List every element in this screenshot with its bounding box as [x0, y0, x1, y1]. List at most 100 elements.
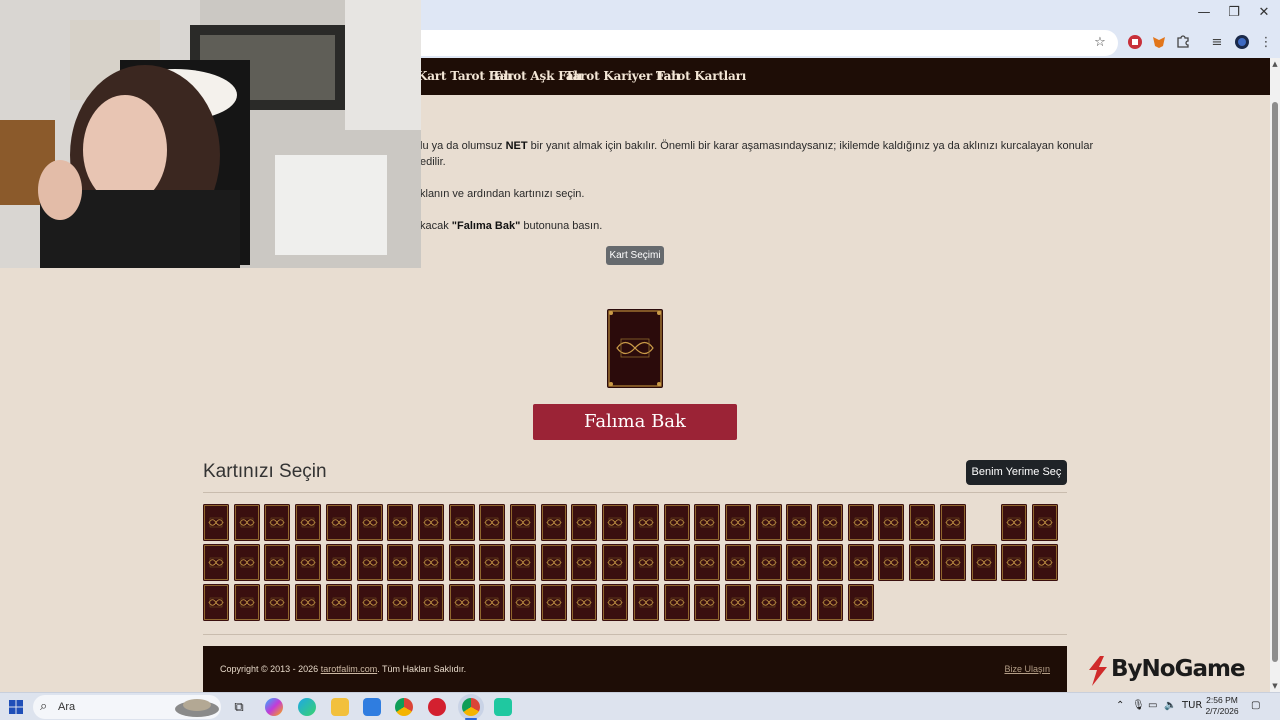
tarot-card-back[interactable] — [203, 584, 229, 621]
tarot-card-back[interactable] — [633, 584, 659, 621]
tarot-card-back[interactable] — [510, 504, 536, 541]
chrome-icon[interactable] — [395, 698, 413, 716]
network-icon[interactable]: ▭ — [1148, 700, 1157, 711]
tarot-card-back[interactable] — [725, 504, 751, 541]
tarot-card-back[interactable] — [479, 544, 505, 581]
taskbar-search-box[interactable]: ⌕ Ara — [33, 695, 221, 719]
tarot-card-back[interactable] — [1001, 544, 1027, 581]
tarot-card-back[interactable] — [326, 584, 352, 621]
tarot-card-back[interactable] — [541, 584, 567, 621]
tarot-card-back[interactable] — [234, 544, 260, 581]
tarot-card-back[interactable] — [326, 504, 352, 541]
tarot-card-back[interactable] — [786, 504, 812, 541]
selected-card-back[interactable] — [607, 309, 663, 388]
site-link[interactable]: tarotfalim.com — [321, 664, 378, 674]
tarot-card-back[interactable] — [848, 584, 874, 621]
falima-bak-button[interactable]: Falıma Bak — [533, 404, 737, 440]
notification-icon[interactable]: ▢ — [1251, 700, 1260, 711]
tarot-card-back[interactable] — [449, 544, 475, 581]
tarot-card-back[interactable] — [510, 544, 536, 581]
opera-icon[interactable] — [428, 698, 446, 716]
media-queue-icon[interactable]: ≡ — [1208, 34, 1226, 52]
tarot-card-back[interactable] — [633, 544, 659, 581]
tarot-card-back[interactable] — [817, 504, 843, 541]
tarot-card-back[interactable] — [571, 584, 597, 621]
tarot-card-back[interactable] — [264, 504, 290, 541]
kebab-menu-icon[interactable]: ⋮ — [1257, 34, 1275, 52]
streaming-app-icon[interactable] — [494, 698, 512, 716]
tarot-card-back[interactable] — [510, 584, 536, 621]
tarot-card-back[interactable] — [571, 544, 597, 581]
tarot-card-back[interactable] — [541, 544, 567, 581]
tarot-card-back[interactable] — [418, 504, 444, 541]
tarot-card-back[interactable] — [1001, 504, 1027, 541]
file-explorer-icon[interactable] — [331, 698, 349, 716]
bookmark-star-icon[interactable]: ☆ — [1091, 34, 1109, 52]
tarot-card-back[interactable] — [449, 584, 475, 621]
tarot-card-back[interactable] — [264, 584, 290, 621]
tarot-card-back[interactable] — [756, 504, 782, 541]
restore-icon[interactable]: ❐ — [1224, 4, 1244, 22]
microphone-icon[interactable]: 🎙 — [1132, 700, 1145, 711]
tarot-card-back[interactable] — [725, 584, 751, 621]
tarot-card-back[interactable] — [295, 544, 321, 581]
tarot-card-back[interactable] — [940, 504, 966, 541]
tarot-card-back[interactable] — [971, 544, 997, 581]
tarot-card-back[interactable] — [909, 504, 935, 541]
tarot-card-back[interactable] — [203, 504, 229, 541]
tarot-card-back[interactable] — [387, 504, 413, 541]
tarot-card-back[interactable] — [234, 504, 260, 541]
windows-start-icon[interactable] — [9, 700, 23, 714]
benim-yerime-sec-button[interactable]: Benim Yerime Seç — [966, 460, 1067, 485]
tarot-card-back[interactable] — [909, 544, 935, 581]
copilot-icon[interactable] — [265, 698, 283, 716]
tarot-card-back[interactable] — [756, 584, 782, 621]
tarot-card-back[interactable] — [357, 544, 383, 581]
puzzle-icon[interactable] — [1174, 34, 1192, 52]
tarot-card-back[interactable] — [786, 544, 812, 581]
tarot-card-back[interactable] — [418, 544, 444, 581]
tarot-card-back[interactable] — [786, 584, 812, 621]
tarot-card-back[interactable] — [940, 544, 966, 581]
tarot-card-back[interactable] — [203, 544, 229, 581]
tarot-card-back[interactable] — [664, 504, 690, 541]
tarot-card-back[interactable] — [817, 544, 843, 581]
tarot-card-back[interactable] — [357, 584, 383, 621]
minimize-icon[interactable]: — — [1194, 4, 1214, 22]
tarot-card-back[interactable] — [326, 544, 352, 581]
tarot-card-back[interactable] — [479, 584, 505, 621]
tarot-card-back[interactable] — [479, 504, 505, 541]
nav-link-kartlar[interactable]: Tarot Kartları — [656, 69, 746, 83]
tarot-card-back[interactable] — [694, 584, 720, 621]
tarot-card-back[interactable] — [664, 544, 690, 581]
tarot-card-back[interactable] — [571, 504, 597, 541]
contact-link[interactable]: Bize Ulaşın — [1004, 664, 1050, 674]
tarot-card-back[interactable] — [357, 504, 383, 541]
task-view-icon[interactable]: ⧉ — [230, 698, 248, 716]
language-indicator[interactable]: TUR — [1182, 700, 1202, 711]
tarot-card-back[interactable] — [295, 504, 321, 541]
microsoft-store-icon[interactable] — [363, 698, 381, 716]
edge-icon[interactable] — [298, 698, 316, 716]
tarot-card-back[interactable] — [1032, 544, 1058, 581]
tarot-card-back[interactable] — [756, 544, 782, 581]
profile-avatar-icon[interactable] — [1233, 34, 1251, 52]
tarot-card-back[interactable] — [878, 504, 904, 541]
scroll-down-icon[interactable]: ▼ — [1271, 682, 1279, 690]
tarot-card-back[interactable] — [602, 544, 628, 581]
tarot-card-back[interactable] — [694, 544, 720, 581]
tarot-card-back[interactable] — [1032, 504, 1058, 541]
scroll-up-icon[interactable]: ▲ — [1271, 60, 1279, 68]
tarot-card-back[interactable] — [878, 544, 904, 581]
metamask-icon[interactable] — [1150, 34, 1168, 52]
tarot-card-back[interactable] — [295, 584, 321, 621]
tarot-card-back[interactable] — [449, 504, 475, 541]
tarot-card-back[interactable] — [387, 584, 413, 621]
tarot-card-back[interactable] — [694, 504, 720, 541]
tarot-card-back[interactable] — [541, 504, 567, 541]
tarot-card-back[interactable] — [602, 504, 628, 541]
tarot-card-back[interactable] — [418, 584, 444, 621]
volume-icon[interactable]: 🔈 — [1164, 700, 1176, 711]
tarot-card-back[interactable] — [264, 544, 290, 581]
extension-red-icon[interactable] — [1126, 34, 1144, 52]
